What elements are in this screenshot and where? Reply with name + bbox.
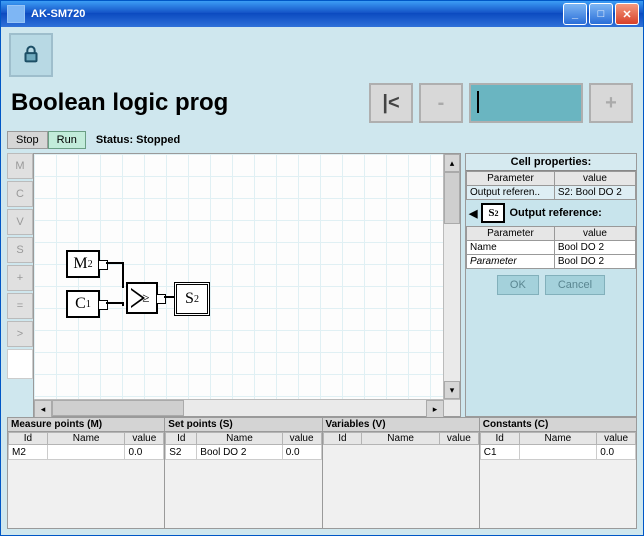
table-row[interactable]: S2 Bool DO 2 0.0 bbox=[166, 445, 321, 460]
lock-icon bbox=[20, 43, 42, 68]
scroll-track[interactable] bbox=[52, 400, 426, 416]
node-c1-label: C bbox=[75, 295, 86, 313]
col-parameter: Parameter bbox=[467, 227, 555, 241]
canvas[interactable]: M2 C1 bbox=[34, 154, 443, 399]
setpoints-section: Set points (S) Id Name value S2 Bool DO … bbox=[165, 418, 322, 528]
node-c1[interactable]: C1 bbox=[66, 290, 100, 318]
col-value: value bbox=[554, 172, 635, 186]
nav-next-button[interactable]: + bbox=[589, 83, 633, 123]
lock-row bbox=[1, 27, 643, 83]
button-row: OK Cancel bbox=[466, 269, 636, 301]
nav-prev-button[interactable]: - bbox=[419, 83, 463, 123]
scroll-track[interactable] bbox=[444, 172, 460, 381]
triangle-icon bbox=[131, 290, 142, 306]
header-row: Boolean logic prog |< - + bbox=[1, 83, 643, 127]
vertical-scrollbar[interactable]: ▴ ▾ bbox=[443, 154, 460, 399]
page-title: Boolean logic prog bbox=[11, 89, 369, 117]
canvas-wrap: M2 C1 bbox=[33, 153, 461, 417]
col-name: Name bbox=[47, 433, 125, 445]
maximize-button[interactable]: □ bbox=[589, 3, 613, 25]
bottom-tables: Measure points (M) Id Name value M2 0.0 bbox=[7, 417, 637, 529]
palette-s[interactable]: S bbox=[7, 237, 33, 263]
text-cursor-icon bbox=[477, 91, 479, 113]
triangle-icon: ◀ bbox=[469, 207, 477, 220]
col-name: Name bbox=[519, 433, 597, 445]
palette-gt[interactable]: > bbox=[7, 321, 33, 347]
col-value: value bbox=[554, 227, 635, 241]
col-name: Name bbox=[362, 433, 440, 445]
variables-header: Variables (V) bbox=[323, 418, 479, 432]
scroll-corner bbox=[444, 400, 460, 416]
palette: M C V S + = > bbox=[7, 153, 33, 417]
window-title: AK-SM720 bbox=[31, 8, 85, 20]
scroll-thumb[interactable] bbox=[444, 172, 460, 224]
palette-plus[interactable]: + bbox=[7, 265, 33, 291]
ok-button[interactable]: OK bbox=[497, 275, 539, 295]
cell-properties-table: Parameter value Output referen.. S2: Boo… bbox=[466, 171, 636, 200]
output-ref-label: Output reference: bbox=[509, 207, 601, 219]
scroll-left-icon[interactable]: ◂ bbox=[34, 400, 52, 418]
app-window: AK-SM720 _ □ ✕ Boolean logic prog |< - bbox=[0, 0, 644, 536]
node-m2[interactable]: M2 bbox=[66, 250, 100, 278]
node-comparator[interactable]: ≥ bbox=[126, 282, 158, 314]
node-s2[interactable]: S2 bbox=[174, 282, 210, 316]
horizontal-scrollbar[interactable]: ◂ ▸ bbox=[34, 399, 460, 416]
main-area: M C V S + = > M2 bbox=[1, 153, 643, 535]
palette-m[interactable]: M bbox=[7, 153, 33, 179]
wire bbox=[122, 302, 124, 306]
node-m2-label: M bbox=[73, 255, 87, 273]
palette-blank bbox=[7, 349, 33, 379]
cancel-button[interactable]: Cancel bbox=[545, 275, 605, 295]
setpoints-header: Set points (S) bbox=[165, 418, 321, 432]
col-value: value bbox=[282, 433, 321, 445]
wire bbox=[122, 262, 124, 288]
measure-header: Measure points (M) bbox=[8, 418, 164, 432]
output-reference-header: ◀ S2 Output reference: bbox=[466, 200, 636, 226]
wire bbox=[164, 296, 174, 298]
control-row: Stop Run Status: Stopped bbox=[1, 127, 643, 153]
palette-eq[interactable]: = bbox=[7, 293, 33, 319]
palette-c[interactable]: C bbox=[7, 181, 33, 207]
col-parameter: Parameter bbox=[467, 172, 555, 186]
s2-mini-icon: S2 bbox=[481, 203, 505, 223]
constants-header: Constants (C) bbox=[480, 418, 636, 432]
minimize-button[interactable]: _ bbox=[563, 3, 587, 25]
scroll-thumb[interactable] bbox=[52, 400, 184, 416]
scroll-down-icon[interactable]: ▾ bbox=[444, 381, 460, 399]
run-button[interactable]: Run bbox=[48, 131, 86, 149]
col-id: Id bbox=[323, 433, 362, 445]
col-value: value bbox=[125, 433, 164, 445]
upper-area: M C V S + = > M2 bbox=[7, 153, 637, 417]
col-value: value bbox=[597, 433, 636, 445]
scroll-right-icon[interactable]: ▸ bbox=[426, 400, 444, 418]
col-id: Id bbox=[480, 433, 519, 445]
node-s2-label: S bbox=[185, 290, 194, 308]
table-row[interactable]: M2 0.0 bbox=[9, 445, 164, 460]
nav-first-button[interactable]: |< bbox=[369, 83, 413, 123]
lock-button[interactable] bbox=[9, 33, 53, 77]
table-row[interactable]: Parameter Bool DO 2 bbox=[467, 255, 636, 269]
table-row[interactable]: C1 0.0 bbox=[480, 445, 635, 460]
col-name: Name bbox=[197, 433, 282, 445]
measure-section: Measure points (M) Id Name value M2 0.0 bbox=[8, 418, 165, 528]
variables-section: Variables (V) Id Name value bbox=[323, 418, 480, 528]
titlebar: AK-SM720 _ □ ✕ bbox=[1, 1, 643, 27]
properties-panel: Cell properties: Parameter value Output … bbox=[465, 153, 637, 417]
cell-properties-header: Cell properties: bbox=[466, 154, 636, 171]
status-label: Status: Stopped bbox=[96, 134, 180, 146]
table-row[interactable]: Name Bool DO 2 bbox=[467, 241, 636, 255]
col-value: value bbox=[439, 433, 478, 445]
palette-v[interactable]: V bbox=[7, 209, 33, 235]
scroll-up-icon[interactable]: ▴ bbox=[444, 154, 460, 172]
col-id: Id bbox=[9, 433, 48, 445]
constants-section: Constants (C) Id Name value C1 0.0 bbox=[480, 418, 636, 528]
col-id: Id bbox=[166, 433, 197, 445]
app-icon bbox=[7, 5, 25, 23]
output-reference-table: Parameter value Name Bool DO 2 Parameter… bbox=[466, 226, 636, 269]
close-button[interactable]: ✕ bbox=[615, 3, 639, 25]
cmp-symbol: ≥ bbox=[142, 290, 149, 306]
stop-button[interactable]: Stop bbox=[7, 131, 48, 149]
table-row[interactable]: Output referen.. S2: Bool DO 2 bbox=[467, 186, 636, 200]
nav-field[interactable] bbox=[469, 83, 583, 123]
